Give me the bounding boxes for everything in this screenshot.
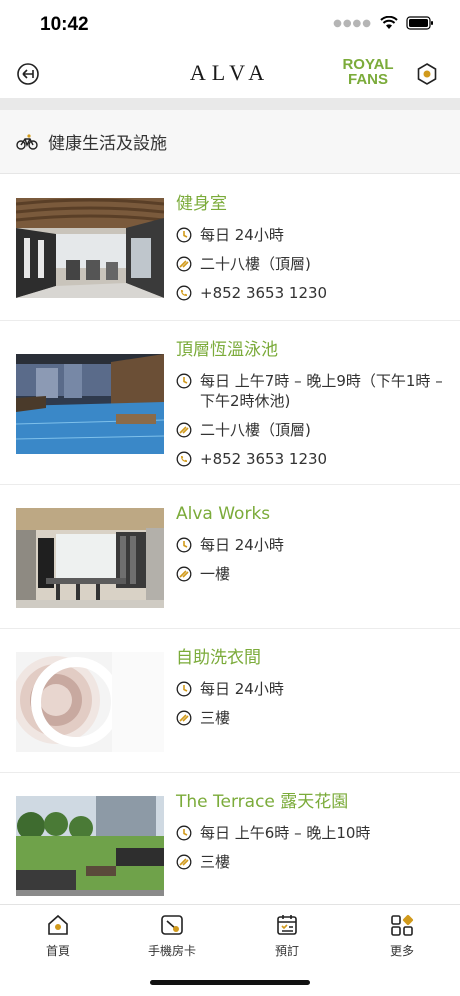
tab-label: 更多	[389, 944, 414, 958]
tab-label: 首頁	[45, 944, 70, 958]
bicycle-icon	[16, 133, 38, 150]
clock-icon	[176, 373, 192, 389]
location-icon	[176, 422, 192, 438]
facility-info: The Terrace 露天花園 每日 上午6時 – 晚上10時 三樓	[176, 791, 460, 903]
location-text: 二十八樓（頂層)	[200, 421, 311, 439]
location-icon	[176, 854, 192, 870]
location-text: 一樓	[200, 565, 231, 583]
hours-text: 每日 24小時	[200, 226, 284, 244]
facility-name: The Terrace 露天花園	[176, 792, 349, 812]
facility-location: 二十八樓（頂層)	[176, 254, 448, 274]
facility-item-pool[interactable]: 頂層恆溫泳池 每日 上午7時 – 晚上9時（下午1時 – 下午2時休池) 二十八…	[0, 321, 460, 485]
facility-location: 三樓	[176, 708, 448, 728]
royal-fans-line2: FANS	[347, 71, 388, 88]
facility-hours: 每日 24小時	[176, 679, 448, 699]
facility-info: 頂層恆溫泳池 每日 上午7時 – 晚上9時（下午1時 – 下午2時休池) 二十八…	[176, 339, 460, 484]
back-icon[interactable]	[16, 62, 40, 86]
facility-location: 一樓	[176, 564, 448, 584]
facility-info: 健身室 每日 24小時 二十八樓（頂層) +852 3653 1230	[176, 193, 460, 320]
signal-icon: ●●●●	[333, 17, 372, 29]
facility-name: Alva Works	[176, 504, 271, 524]
clock-icon	[176, 537, 192, 553]
phone-text: +852 3653 1230	[200, 284, 328, 302]
section-title: 健康生活及設施	[48, 134, 167, 154]
hours-text: 每日 上午7時 – 晚上9時（下午1時 – 下午2時休池)	[200, 372, 443, 410]
location-text: 三樓	[200, 853, 231, 871]
battery-icon	[406, 16, 433, 30]
location-text: 三樓	[200, 709, 231, 727]
phone-icon	[176, 451, 192, 467]
alva-works-photo	[16, 508, 164, 608]
hours-text: 每日 24小時	[200, 680, 284, 698]
location-icon	[176, 256, 192, 272]
location-icon	[176, 710, 192, 726]
divider	[0, 98, 460, 110]
facility-name: 健身室	[176, 194, 227, 214]
facility-item-gym[interactable]: 健身室 每日 24小時 二十八樓（頂層) +852 3653 1230	[0, 175, 460, 321]
app-header: ALVA ROYAL FANS	[0, 50, 460, 98]
wifi-icon	[380, 16, 398, 29]
facility-hours: 每日 上午7時 – 晚上9時（下午1時 – 下午2時休池)	[176, 371, 448, 411]
facility-phone[interactable]: +852 3653 1230	[176, 283, 448, 303]
facility-item-terrace[interactable]: The Terrace 露天花園 每日 上午6時 – 晚上10時 三樓	[0, 773, 460, 903]
facility-hours: 每日 24小時	[176, 535, 448, 555]
section-header: 健康生活及設施	[0, 110, 460, 174]
facility-phone[interactable]: +852 3653 1230	[176, 449, 448, 469]
tab-home[interactable]: 首頁	[18, 913, 98, 959]
status-time: 10:42	[40, 14, 89, 35]
facility-info: 自助洗衣間 每日 24小時 三樓	[176, 647, 460, 772]
phone-text: +852 3653 1230	[200, 450, 328, 468]
terrace-photo	[16, 796, 164, 896]
clock-icon	[176, 825, 192, 841]
pool-photo	[16, 354, 164, 454]
facility-hours: 每日 上午6時 – 晚上10時	[176, 823, 448, 843]
clock-icon	[176, 227, 192, 243]
facility-name: 自助洗衣間	[176, 648, 261, 668]
hours-text: 每日 上午6時 – 晚上10時	[200, 824, 371, 842]
tab-room-key[interactable]: 手機房卡	[132, 913, 212, 959]
royal-fans-logo[interactable]: ROYAL FANS	[338, 57, 398, 87]
phone-icon	[176, 285, 192, 301]
hours-text: 每日 24小時	[200, 536, 284, 554]
home-icon	[48, 914, 68, 935]
settings-icon[interactable]	[416, 62, 438, 86]
facility-name: 頂層恆溫泳池	[176, 340, 278, 360]
location-icon	[176, 566, 192, 582]
gym-photo	[16, 198, 164, 298]
status-bar: 10:42 ●●●●	[0, 0, 460, 50]
facility-list: 健身室 每日 24小時 二十八樓（頂層) +852 3653 1230 頂層恆溫…	[0, 175, 460, 903]
royal-fans-line1: ROYAL	[342, 56, 394, 73]
tab-label: 手機房卡	[147, 944, 196, 958]
home-indicator	[150, 980, 310, 985]
tab-booking[interactable]: 預訂	[247, 913, 327, 959]
location-text: 二十八樓（頂層)	[200, 255, 311, 273]
laundry-photo	[16, 652, 164, 752]
clock-icon	[176, 681, 192, 697]
facility-item-alva-works[interactable]: Alva Works 每日 24小時 一樓	[0, 485, 460, 629]
booking-icon	[277, 915, 297, 935]
facility-hours: 每日 24小時	[176, 225, 448, 245]
facility-location: 二十八樓（頂層)	[176, 420, 448, 440]
status-icons: ●●●●	[333, 16, 434, 30]
tab-more[interactable]: 更多	[362, 913, 442, 959]
tab-label: 預訂	[274, 944, 299, 958]
more-grid-icon	[391, 914, 414, 936]
facility-item-laundry[interactable]: 自助洗衣間 每日 24小時 三樓	[0, 629, 460, 773]
room-key-icon	[161, 915, 183, 935]
facility-info: Alva Works 每日 24小時 一樓	[176, 503, 460, 628]
facility-location: 三樓	[176, 852, 448, 872]
